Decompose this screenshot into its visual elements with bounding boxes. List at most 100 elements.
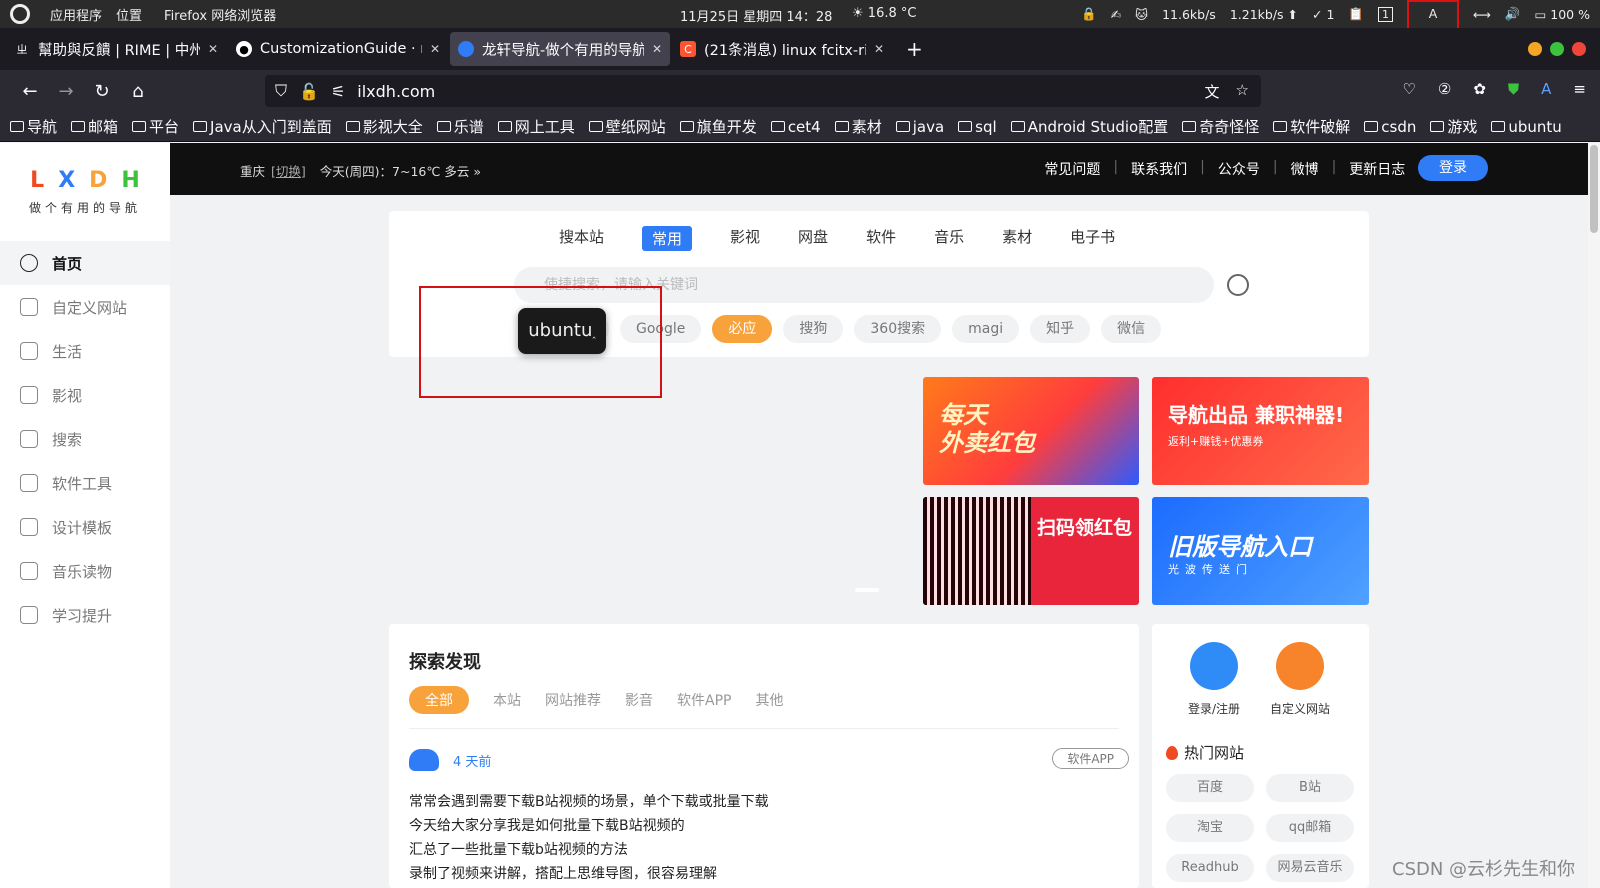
bookmark-folder[interactable]: 网上工具 bbox=[497, 116, 575, 137]
header-link[interactable]: 更新日志 bbox=[1349, 159, 1405, 179]
extension-icon[interactable]: ✿ bbox=[1473, 80, 1486, 98]
login-register-shortcut[interactable]: 登录/注册 bbox=[1188, 642, 1240, 717]
bookmark-folder[interactable]: Android Studio配置 bbox=[1010, 116, 1168, 137]
shield-icon[interactable]: ⛉ bbox=[275, 81, 287, 101]
bookmark-folder[interactable]: cet4 bbox=[770, 118, 821, 136]
banner-scan-redpacket[interactable]: 扫码领红包 bbox=[923, 497, 1139, 605]
search-tab[interactable]: 常用 bbox=[642, 226, 693, 251]
bookmark-folder[interactable]: 乐谱 bbox=[436, 116, 484, 137]
back-button[interactable]: ← bbox=[12, 81, 48, 102]
minimize-button[interactable] bbox=[1528, 42, 1542, 56]
pen-icon[interactable]: ✍ bbox=[1111, 7, 1121, 22]
bookmark-folder[interactable]: ubuntu bbox=[1491, 118, 1562, 136]
sidebar-item[interactable]: 生活 bbox=[0, 329, 170, 373]
custom-site-shortcut[interactable]: 自定义网站 bbox=[1270, 642, 1330, 717]
close-tab-icon[interactable]: ✕ bbox=[430, 42, 440, 56]
url-bar[interactable]: ⛉ 🔓 ⚟ ilxdh.com 文 ☆ bbox=[265, 75, 1261, 107]
search-tab[interactable]: 电子书 bbox=[1070, 226, 1115, 251]
bookmark-folder[interactable]: 邮箱 bbox=[71, 116, 118, 137]
explore-tab[interactable]: 本站 bbox=[493, 690, 521, 710]
page-scrollbar[interactable] bbox=[1588, 143, 1600, 888]
site-logo[interactable]: L X D H 做个有用的导航 bbox=[0, 143, 170, 241]
search-tab[interactable]: 软件 bbox=[866, 226, 896, 251]
url-text[interactable]: ilxdh.com bbox=[357, 82, 435, 101]
menu-icon[interactable]: ≡ bbox=[1573, 80, 1586, 98]
workspace-indicator[interactable]: 1 bbox=[1377, 6, 1393, 22]
close-tab-icon[interactable]: ✕ bbox=[208, 42, 218, 56]
sidebar-item[interactable]: 学习提升 bbox=[0, 593, 170, 637]
search-engine-chip[interactable]: 知乎 bbox=[1030, 315, 1091, 343]
header-link[interactable]: 常见问题 bbox=[1044, 159, 1100, 179]
bookmark-folder[interactable]: 平台 bbox=[132, 116, 179, 137]
pocket-icon[interactable]: ♡ bbox=[1402, 80, 1415, 98]
bookmark-folder[interactable]: 素材 bbox=[834, 116, 882, 137]
explore-tab[interactable]: 软件APP bbox=[677, 690, 731, 710]
close-tab-icon[interactable]: ✕ bbox=[652, 42, 662, 56]
scrollbar-thumb[interactable] bbox=[1590, 145, 1598, 233]
clipboard-icon[interactable]: 📋 bbox=[1348, 6, 1364, 22]
banner-old-nav[interactable]: 旧版导航入口 光波传送门 bbox=[1152, 497, 1369, 605]
search-engine-chip[interactable]: magi bbox=[952, 315, 1020, 343]
sidebar-item[interactable]: 影视 bbox=[0, 373, 170, 417]
check-indicator[interactable]: ✓ 1 bbox=[1312, 7, 1334, 22]
bookmark-folder[interactable]: 旗鱼开发 bbox=[679, 116, 757, 137]
feed-entry[interactable]: 4 天前 软件APP 常常会遇到需要下载B站视频的场景，单个下载或批量下载 今天给… bbox=[409, 748, 1129, 886]
settings-gear-icon[interactable] bbox=[1227, 274, 1249, 296]
close-tab-icon[interactable]: ✕ bbox=[874, 42, 884, 56]
bookmark-folder[interactable]: 壁纸网站 bbox=[588, 116, 666, 137]
tab-rime[interactable]: ㄓ幫助與反饋 | RIME | 中州韻✕ bbox=[6, 32, 226, 66]
hot-site-chip[interactable]: 网易云音乐 bbox=[1266, 854, 1354, 882]
search-tab[interactable]: 音乐 bbox=[934, 226, 964, 251]
bookmark-star-icon[interactable]: ☆ bbox=[1236, 81, 1249, 102]
permissions-icon[interactable]: ⚟ bbox=[331, 82, 345, 101]
sidebar-item[interactable]: 设计模板 bbox=[0, 505, 170, 549]
search-engine-chip[interactable]: 搜狗 bbox=[783, 315, 844, 343]
arrows-icon[interactable]: ⟷ bbox=[1473, 7, 1491, 22]
header-link[interactable]: 微博 bbox=[1291, 159, 1319, 179]
carousel-indicator[interactable] bbox=[855, 588, 879, 592]
search-tab[interactable]: 网盘 bbox=[798, 226, 828, 251]
sidebar-item[interactable]: 音乐读物 bbox=[0, 549, 170, 593]
bookmark-folder[interactable]: 游戏 bbox=[1430, 116, 1477, 137]
lock-icon[interactable]: 🔓 bbox=[299, 82, 319, 101]
hot-site-chip[interactable]: qq邮箱 bbox=[1266, 814, 1354, 842]
bookmark-folder[interactable]: 软件破解 bbox=[1273, 116, 1350, 137]
places-menu[interactable]: 位置 bbox=[116, 5, 142, 24]
bookmark-folder[interactable]: sql bbox=[958, 118, 997, 136]
banner-parttime[interactable]: 导航出品 兼职神器! 返利+赚钱+优惠券 bbox=[1152, 377, 1369, 485]
sidebar-item[interactable]: 首页 bbox=[0, 241, 170, 285]
search-engine-chip[interactable]: 微信 bbox=[1101, 315, 1162, 343]
bookmark-folder[interactable]: 导航 bbox=[10, 116, 57, 137]
sidebar-item[interactable]: 自定义网站 bbox=[0, 285, 170, 329]
bookmark-folder[interactable]: java bbox=[895, 118, 944, 136]
volume-icon[interactable]: 🔊 bbox=[1505, 6, 1521, 22]
clock[interactable]: 11月25日 星期四 14：28 bbox=[680, 6, 832, 25]
cat-icon[interactable]: 🐱 bbox=[1135, 7, 1148, 22]
banner-takeout-redpacket[interactable]: 每天 外卖红包 bbox=[923, 377, 1139, 485]
bookmark-folder[interactable]: 奇奇怪怪 bbox=[1182, 116, 1259, 137]
explore-tab[interactable]: 其他 bbox=[755, 690, 783, 710]
badge-icon[interactable]: ② bbox=[1438, 80, 1451, 98]
search-tab[interactable]: 素材 bbox=[1002, 226, 1032, 251]
close-window-button[interactable] bbox=[1572, 42, 1586, 56]
explore-tab[interactable]: 影音 bbox=[625, 690, 653, 710]
search-engine-chip[interactable]: 必应 bbox=[712, 315, 773, 343]
search-tab[interactable]: 搜本站 bbox=[559, 226, 604, 251]
maximize-button[interactable] bbox=[1550, 42, 1564, 56]
header-link[interactable]: 公众号 bbox=[1218, 159, 1260, 179]
search-tab[interactable]: 影视 bbox=[730, 226, 760, 251]
battery[interactable]: ▭ 100 % bbox=[1534, 7, 1590, 22]
reload-button[interactable]: ↻ bbox=[84, 81, 120, 102]
new-tab-button[interactable]: + bbox=[894, 37, 935, 61]
entry-tag[interactable]: 软件APP bbox=[1052, 748, 1129, 769]
hot-site-chip[interactable]: Readhub bbox=[1166, 854, 1254, 882]
search-engine-chip[interactable]: 360搜索 bbox=[854, 315, 942, 343]
hot-site-chip[interactable]: 淘宝 bbox=[1166, 814, 1254, 842]
sidebar-item[interactable]: 搜索 bbox=[0, 417, 170, 461]
tab-ilxdh[interactable]: 龙轩导航-做个有用的导航 ✕ bbox=[450, 32, 670, 66]
home-button[interactable]: ⌂ bbox=[120, 81, 156, 102]
applications-menu[interactable]: 应用程序 bbox=[50, 5, 102, 24]
header-link[interactable]: 联系我们 bbox=[1131, 159, 1187, 179]
hot-site-chip[interactable]: 百度 bbox=[1166, 774, 1254, 802]
tab-github[interactable]: ●CustomizationGuide · rime✕ bbox=[228, 32, 448, 66]
